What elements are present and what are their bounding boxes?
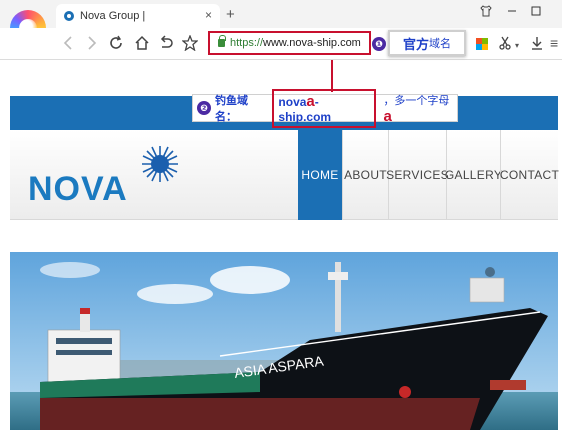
reload-icon[interactable]: [108, 35, 124, 55]
favicon-icon: [64, 11, 74, 21]
dropdown-arrow-icon[interactable]: ▾: [515, 38, 519, 54]
menu-item-contact[interactable]: CONTACT: [500, 130, 559, 220]
favorite-star-icon[interactable]: [181, 34, 199, 55]
official-label-big: 官方: [402, 36, 429, 52]
tab-title: Nova Group |: [80, 10, 146, 22]
site-logo-text[interactable]: NOVA: [28, 170, 128, 209]
menu-item-home[interactable]: HOME: [298, 130, 342, 220]
hero-image: ASIA ASPARA: [10, 252, 558, 430]
undo-icon[interactable]: [158, 35, 174, 55]
forward-icon[interactable]: [86, 35, 98, 55]
phishing-domain-prefix: nova: [278, 94, 307, 109]
download-icon[interactable]: [530, 35, 544, 55]
scissors-icon[interactable]: [498, 35, 512, 55]
site-header: NOVA HOME ABOUT SERVICES GALLERY CONTACT: [10, 130, 559, 220]
official-label-small: 域名: [429, 38, 451, 50]
tab-close-icon[interactable]: ×: [205, 8, 212, 22]
back-icon[interactable]: [62, 35, 74, 55]
browser-tab[interactable]: Nova Group | ×: [56, 4, 220, 28]
menu-item-services[interactable]: SERVICES: [386, 130, 449, 220]
menu-item-about[interactable]: ABOUT: [342, 130, 388, 220]
phishing-note-letter: a: [383, 107, 392, 125]
home-icon[interactable]: [134, 35, 150, 55]
ship-photo: ASIA ASPARA: [10, 252, 558, 430]
lock-icon: [218, 35, 226, 47]
phishing-label: 钓鱼域名：: [215, 95, 248, 123]
logo-star-icon: [142, 146, 178, 182]
phishing-domain-callout: ❷ 钓鱼域名： novaa-ship.com ，多一个字母a: [192, 88, 458, 128]
maximize-icon[interactable]: [530, 5, 542, 20]
new-tab-button[interactable]: +: [226, 6, 235, 23]
phishing-note: ，多一个字母a: [383, 92, 457, 125]
phishing-domain-extra-letter: a: [306, 92, 315, 110]
main-menu: HOME ABOUT SERVICES GALLERY CONTACT: [298, 130, 559, 220]
official-domain-callout: 官方 域名: [388, 30, 466, 56]
annotation-badge-1: ❶: [372, 37, 386, 51]
connector-line-vertical: [331, 60, 333, 92]
shirt-icon[interactable]: [480, 5, 492, 20]
url-scheme: https://: [230, 37, 264, 49]
url-domain: www.nova-ship.com: [263, 37, 361, 49]
phishing-domain: novaa-ship.com: [272, 88, 377, 128]
phishing-note-text: ，多一个字母: [383, 94, 450, 107]
annotation-badge-2: ❷: [197, 101, 211, 115]
browser-toolbar: https:// www.nova-ship.com ❶ ▾ ≡: [0, 28, 562, 60]
address-bar[interactable]: https:// www.nova-ship.com: [208, 31, 371, 55]
apps-icon[interactable]: [476, 38, 488, 50]
menu-item-gallery[interactable]: GALLERY: [445, 130, 502, 220]
browser-tab-bar: Nova Group | × +: [0, 0, 562, 28]
menu-icon[interactable]: ≡: [550, 35, 558, 51]
minimize-icon[interactable]: [506, 5, 518, 20]
